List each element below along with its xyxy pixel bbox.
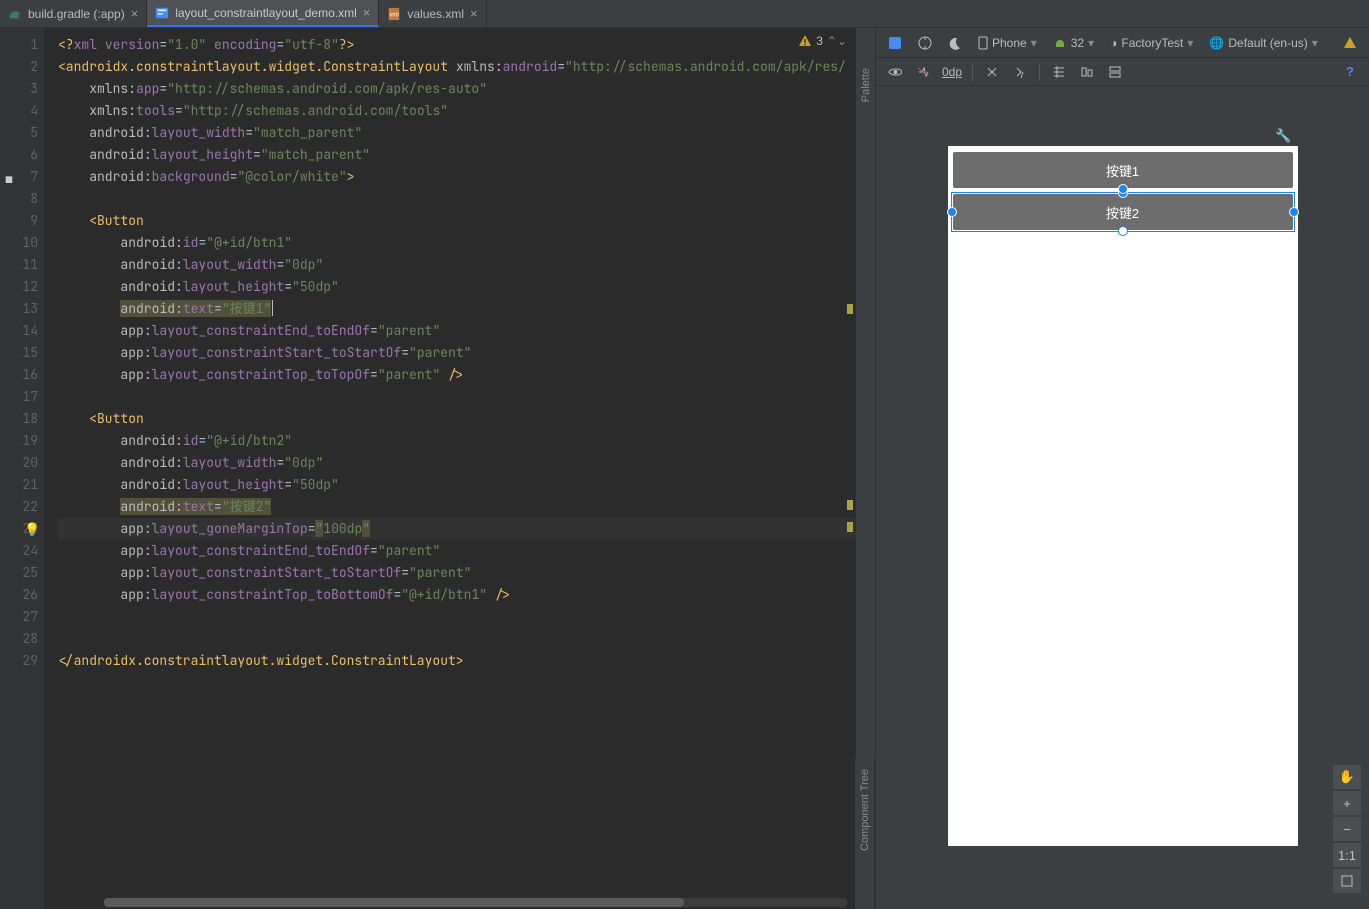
zoom-reset-button[interactable] [1333,869,1361,893]
locale-dropdown[interactable]: 🌐Default (en-us)▾ [1203,31,1323,55]
zoom-out-button[interactable]: − [1333,817,1361,841]
api-dropdown[interactable]: 32▾ [1047,31,1100,55]
autoconnect-button[interactable] [910,60,936,84]
night-mode-button[interactable] [942,31,968,55]
close-icon[interactable]: × [470,6,478,21]
pan-button[interactable]: ✋ [1333,765,1361,789]
warning-stripe[interactable] [847,304,853,314]
help-button[interactable]: ? [1337,60,1363,84]
globe-icon: 🌐 [1209,36,1224,50]
xml-file-icon: xml [387,7,401,21]
design-canvas[interactable]: 🔧 按键1 按键2 ✋ + − 1:1 [876,86,1369,909]
palette-label: Palette [860,68,872,102]
preview-button-1[interactable]: 按键1 [953,152,1293,188]
design-toolbar-secondary: 0dp ? [876,58,1369,86]
tab-label: build.gradle (:app) [28,7,125,21]
editor-tabs: build.gradle (:app) × layout_constraintl… [0,0,1369,28]
tab-values-xml[interactable]: xml values.xml × [379,0,486,27]
theme-dropdown[interactable]: ◑FactoryTest▾ [1104,31,1199,55]
design-preview-pane: Phone▾ 32▾ ◑FactoryTest▾ 🌐Default (en-us… [875,28,1369,909]
problems-indicator[interactable]: 3 ⌃⌄ [798,34,847,48]
svg-text:xml: xml [390,11,400,18]
android-icon [1053,36,1067,50]
tab-build-gradle[interactable]: build.gradle (:app) × [0,0,147,27]
design-toolbar: Phone▾ 32▾ ◑FactoryTest▾ 🌐Default (en-us… [876,28,1369,58]
component-tree-label: Component Tree [859,769,871,851]
device-frame: 🔧 按键1 按键2 [948,146,1298,846]
gradle-icon [8,7,22,21]
clear-constraints-button[interactable] [979,60,1005,84]
theme-icon: ◑ [1110,36,1117,50]
intention-bulb-icon[interactable]: 💡 [24,519,34,529]
chevron-up-down-icon[interactable]: ⌃⌄ [827,34,847,48]
tab-layout-xml[interactable]: layout_constraintlayout_demo.xml × [147,0,379,27]
design-surface-button[interactable] [882,31,908,55]
guidelines-button[interactable] [1046,60,1072,84]
align-button[interactable] [1074,60,1100,84]
close-icon[interactable]: × [131,6,139,21]
preview-button-2[interactable]: 按键2 [953,194,1293,230]
pack-button[interactable] [1102,60,1128,84]
zoom-in-button[interactable]: + [1333,791,1361,815]
constraint-handle-bottom-btn1[interactable] [1118,184,1128,194]
close-icon[interactable]: × [363,5,371,20]
xml-layout-icon [155,6,169,20]
zoom-fit-button[interactable]: 1:1 [1333,843,1361,867]
code-editor-pane: 123 456 789 101112 131415 161718 192021 … [0,28,855,909]
warning-stripe[interactable] [847,500,853,510]
tab-label: values.xml [407,7,464,21]
phone-icon [978,36,988,50]
line-gutter: 123 456 789 101112 131415 161718 192021 … [0,28,44,909]
warning-stripe[interactable] [847,522,853,532]
warning-icon [798,34,812,48]
bookmark-icon[interactable]: ◼ [3,168,13,178]
default-margin-dropdown[interactable]: 0dp [938,60,966,84]
code-editor[interactable]: 3 ⌃⌄ <?xml version="1.0" encoding="utf-8… [44,28,855,909]
view-options-button[interactable] [882,60,908,84]
tab-label: layout_constraintlayout_demo.xml [175,6,356,20]
device-dropdown[interactable]: Phone▾ [972,31,1043,55]
tools-wrench-icon[interactable]: 🔧 [1275,128,1291,144]
component-tree-toolwindow-tab[interactable]: Component Tree [855,759,875,909]
horizontal-scrollbar[interactable] [104,898,847,907]
text-caret [272,300,273,316]
orientation-button[interactable] [912,31,938,55]
issues-button[interactable] [1337,31,1363,55]
zoom-controls: ✋ + − 1:1 [1333,765,1361,893]
infer-constraints-button[interactable] [1007,60,1033,84]
